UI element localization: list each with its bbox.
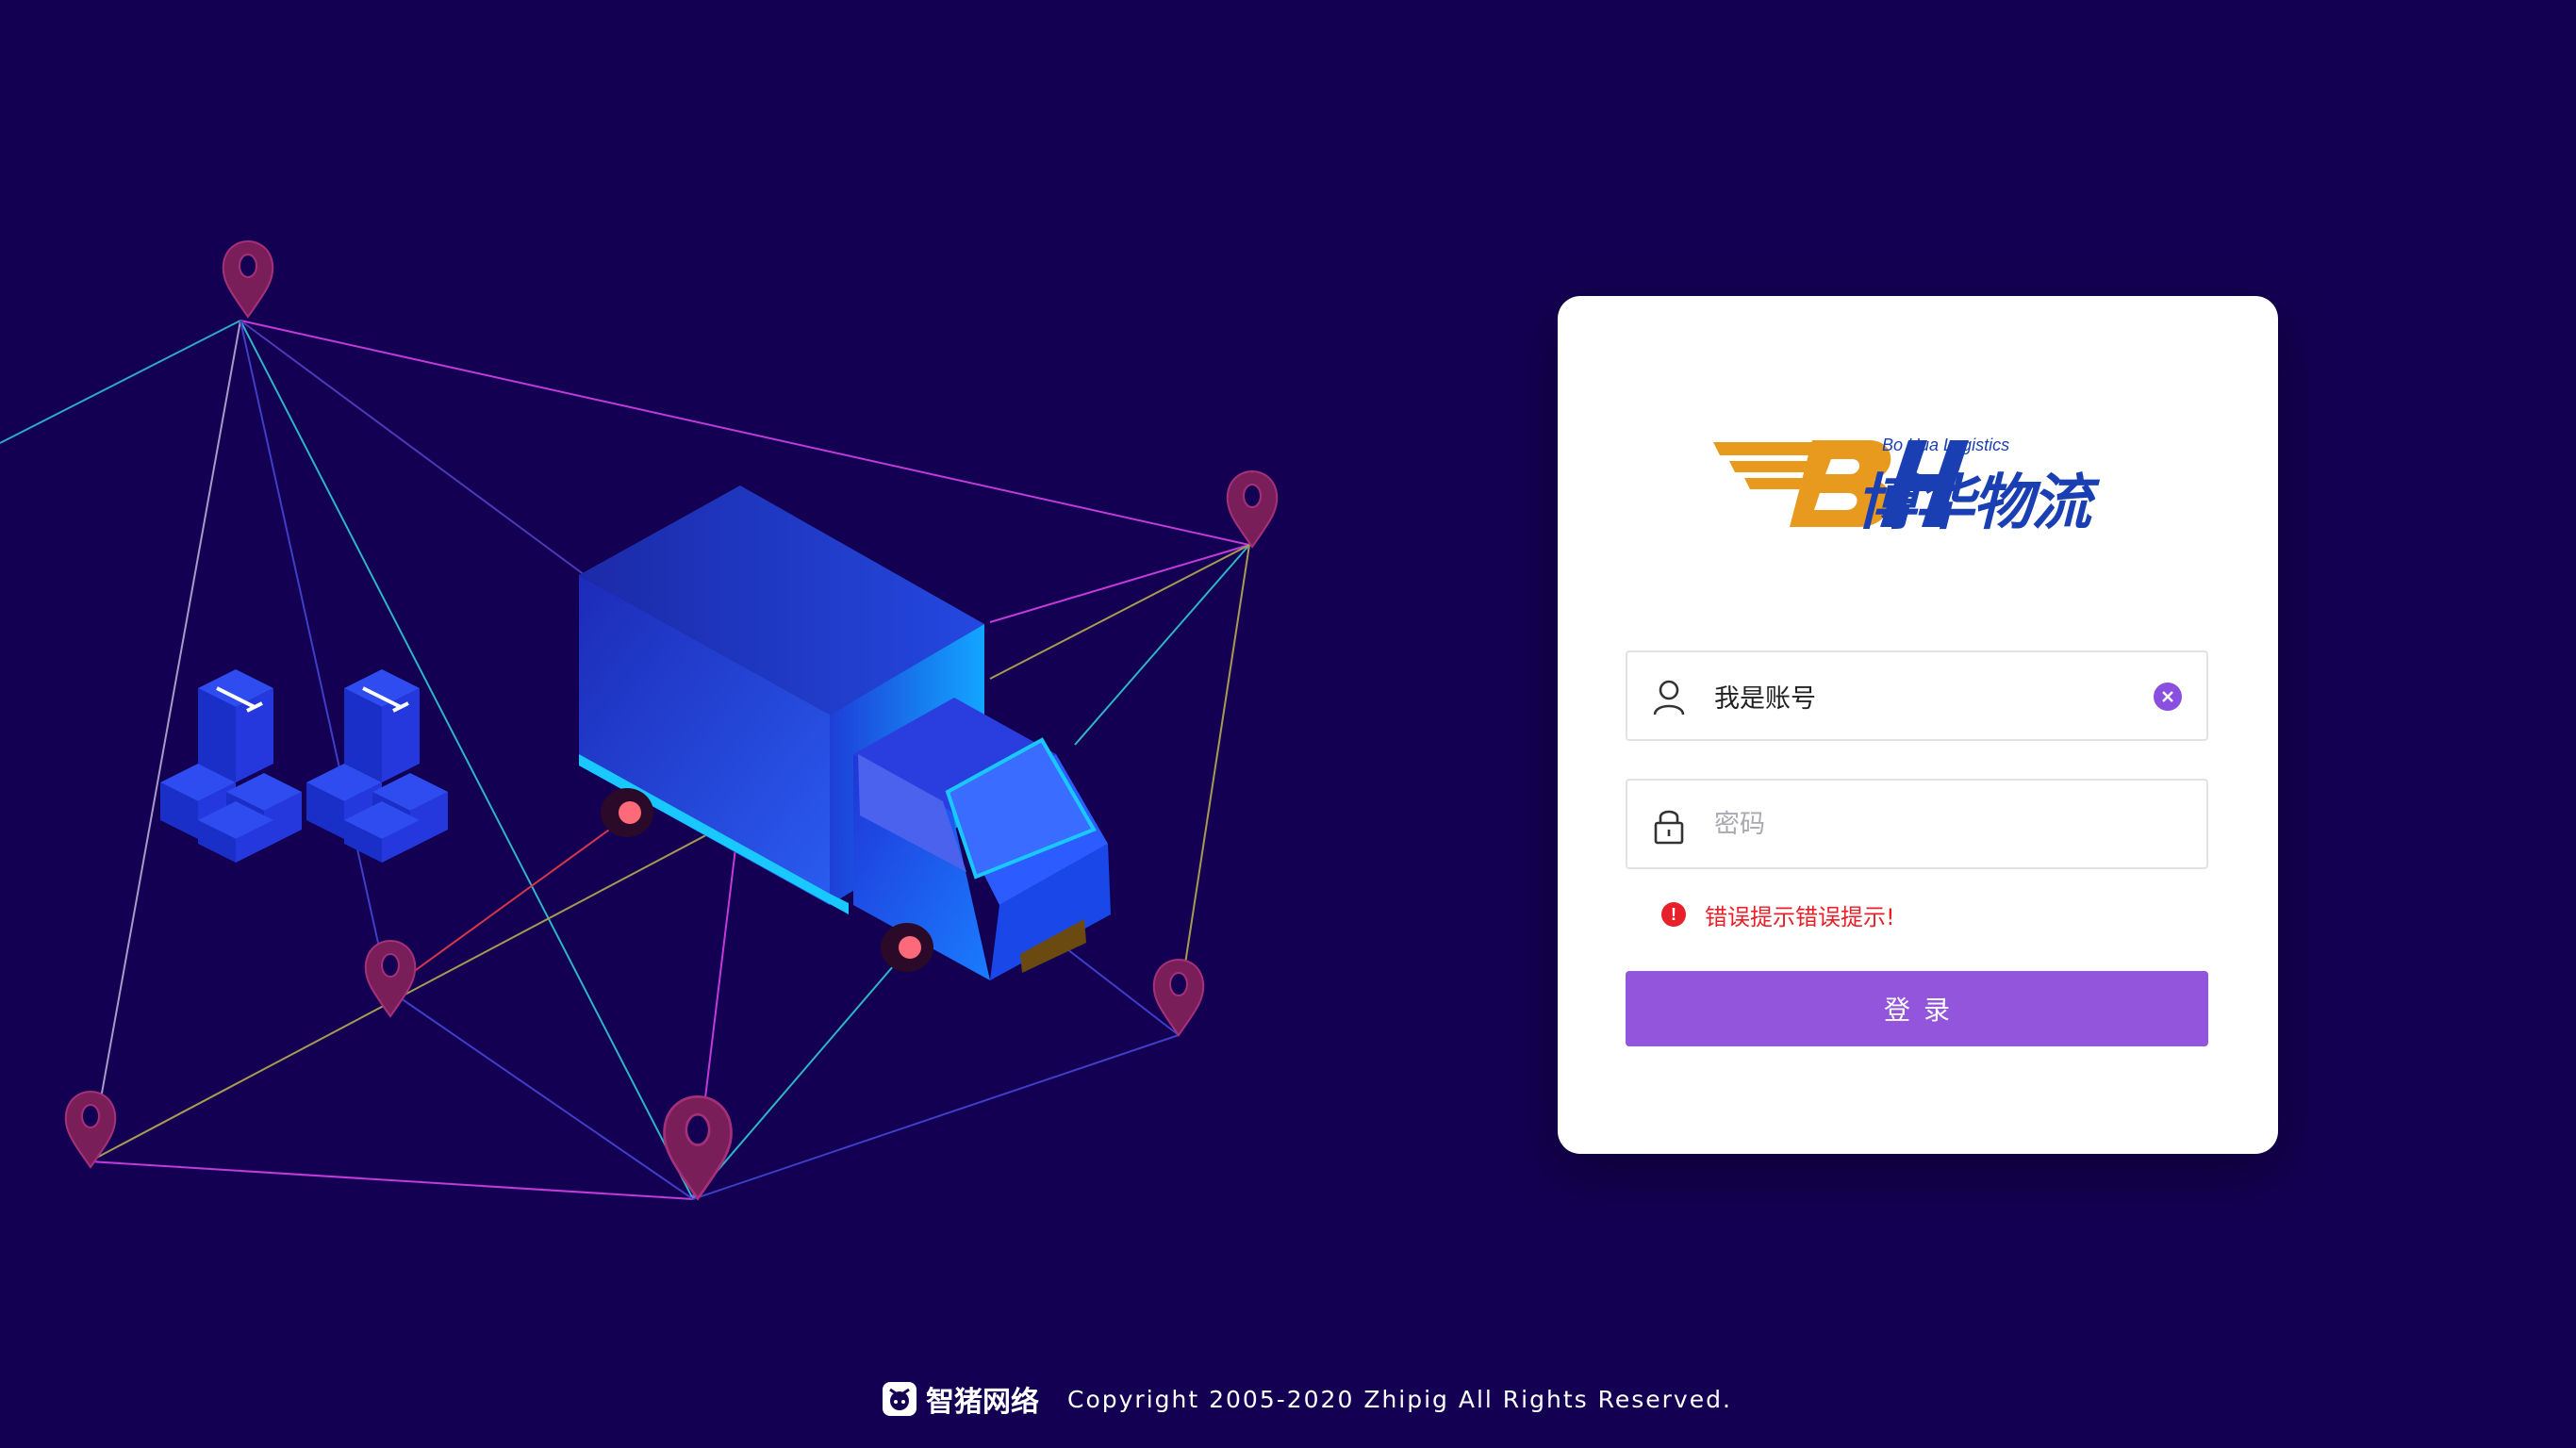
error-message: ! 错误提示错误提示! — [1661, 899, 1895, 930]
clear-icon[interactable] — [2154, 683, 2182, 711]
error-text: 错误提示错误提示! — [1705, 903, 1895, 930]
map-pin-icon — [64, 1090, 117, 1169]
password-input[interactable] — [1714, 781, 2129, 867]
error-icon: ! — [1661, 902, 1686, 927]
map-pin-icon — [663, 1094, 733, 1201]
user-icon — [1653, 680, 1685, 716]
logo-name: 博华物流 — [1856, 469, 2091, 538]
lock-icon — [1654, 810, 1684, 845]
password-field[interactable] — [1626, 779, 2208, 869]
logo-subtitle: Bo Hua Logistics — [1882, 436, 2010, 454]
footer-brand: 智猪网络 — [926, 1386, 1039, 1419]
account-field[interactable] — [1626, 650, 2208, 741]
package-boxes — [160, 669, 448, 863]
map-pin-icon — [364, 939, 417, 1018]
login-button[interactable]: 登录 — [1626, 971, 2208, 1046]
truck-illustration — [579, 485, 1111, 980]
pig-logo-icon — [883, 1382, 916, 1416]
account-input[interactable] — [1714, 652, 2129, 739]
map-pin-icon — [222, 239, 274, 319]
map-pin-icon — [1152, 958, 1205, 1037]
map-pin-icon — [1226, 469, 1279, 549]
login-card: Bo Hua Logistics 博华物流 ! 错误提示错误提示! 登录 — [1558, 296, 2278, 1154]
logistics-illustration — [0, 239, 1279, 1201]
footer-copyright: Copyright 2005-2020 Zhipig All Rights Re… — [1067, 1385, 1732, 1413]
footer: 智猪网络 Copyright 2005-2020 Zhipig All Righ… — [883, 1378, 1732, 1420]
